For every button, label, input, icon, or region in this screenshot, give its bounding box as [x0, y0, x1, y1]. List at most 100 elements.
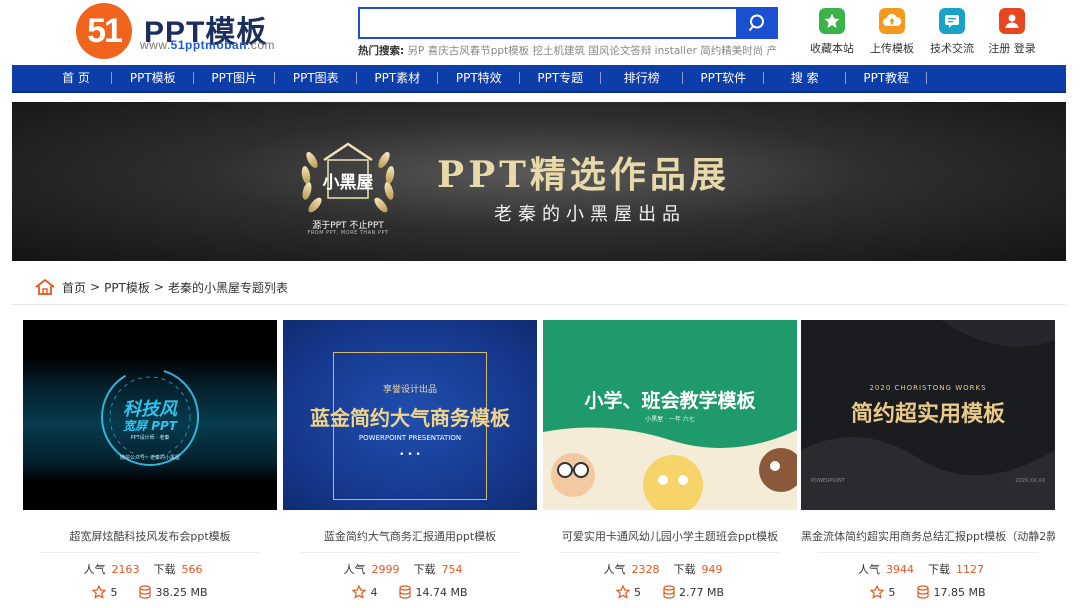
- file-size: 38.25 MB: [155, 585, 208, 599]
- downloads-count: 566: [181, 563, 203, 576]
- thumb-footer: • • •: [399, 450, 421, 460]
- forum-label: 技术交流: [930, 42, 974, 55]
- nav-templates[interactable]: PPT模板: [112, 65, 194, 91]
- template-card[interactable]: 2020 CHORISTONG WORKS 简约超实用模板 POWERPOINT…: [801, 320, 1055, 599]
- popularity-count: 3944: [886, 563, 914, 576]
- star-outline-icon: [352, 585, 367, 599]
- downloads-count: 754: [441, 563, 463, 576]
- template-thumbnail[interactable]: 小学、班会教学模板 小黑屋 · 一年 六七: [543, 320, 797, 510]
- logo-url-prefix: www.: [140, 38, 171, 52]
- thumb-title: 蓝金简约大气商务模板: [310, 406, 510, 430]
- star-outline-icon: [870, 585, 885, 599]
- template-thumbnail[interactable]: 2020 CHORISTONG WORKS 简约超实用模板 POWERPOINT…: [801, 320, 1055, 510]
- nav-materials[interactable]: PPT素材: [357, 65, 439, 91]
- downloads-label: 下载: [673, 563, 696, 576]
- top-links: 收藏本站 上传模板 技术交流 注册 登录: [800, 8, 1050, 56]
- template-card[interactable]: 科技风 宽屏 PPT PPT设计师 · 老秦 微信公众号：老秦的小黑屋 超宽屏炫…: [23, 320, 277, 599]
- database-icon: [917, 585, 930, 599]
- thumb-subtitle: POWERPOINT: [811, 478, 845, 484]
- database-icon: [663, 585, 675, 599]
- thumb-caption: 享誉设计出品: [382, 385, 437, 395]
- rating: 4: [370, 585, 378, 599]
- thumb-subtitle: 小黑屋 · 一年 六七: [645, 416, 695, 423]
- template-stats: 人气 2999 下载 754: [283, 561, 537, 577]
- database-icon: [399, 585, 412, 599]
- thumb-title: 小学、班会教学模板: [584, 390, 756, 412]
- nav-ranking[interactable]: 排行榜: [601, 65, 683, 91]
- promo-banner[interactable]: 小黑屋 源于PPT 不止PPT FROM PPT, MORE THAN PPT …: [12, 102, 1066, 261]
- chat-icon: [939, 8, 965, 34]
- template-card[interactable]: 小学、班会教学模板 小黑屋 · 一年 六七 可爱实用卡通风幼儿园小学主题班会pp…: [543, 320, 797, 599]
- downloads-count: 1127: [956, 563, 984, 576]
- star-outline-icon: [92, 585, 107, 599]
- template-thumbnail[interactable]: 科技风 宽屏 PPT PPT设计师 · 老秦 微信公众号：老秦的小黑屋: [23, 320, 277, 510]
- template-stats: 人气 2328 下载 949: [543, 561, 797, 577]
- template-title[interactable]: 蓝金简约大气商务汇报通用ppt模板: [283, 528, 537, 544]
- breadcrumb-separator: >: [153, 280, 164, 294]
- login-link[interactable]: 注册 登录: [982, 8, 1042, 56]
- rating: 5: [633, 585, 641, 599]
- popularity-label: 人气: [858, 563, 880, 576]
- file-size: 17.85 MB: [933, 585, 986, 599]
- forum-link[interactable]: 技术交流: [922, 8, 982, 56]
- emblem-label: 小黑屋: [323, 173, 374, 193]
- banner-subtitle: 老秦的小黑屋出品: [494, 204, 686, 225]
- divider: [560, 552, 780, 553]
- nav-software[interactable]: PPT软件: [683, 65, 765, 91]
- logo-url-suffix: .com: [247, 38, 276, 52]
- downloads-label: 下载: [413, 563, 436, 576]
- divider: [818, 552, 1038, 553]
- thumb-footer: 2020.XX.XX: [1015, 478, 1045, 484]
- file-size: 2.77 MB: [678, 585, 725, 599]
- breadcrumb: 首页 > PPT模板 > 老秦的小黑屋专题列表: [34, 276, 292, 298]
- breadcrumb-home[interactable]: 首页: [62, 279, 86, 296]
- nav-effects[interactable]: PPT特效: [438, 65, 520, 91]
- popularity-count: 2163: [111, 563, 140, 576]
- popularity-label: 人气: [603, 563, 626, 576]
- template-title[interactable]: 可爱实用卡通风幼儿园小学主题班会ppt模板: [543, 528, 797, 544]
- divider: [40, 552, 260, 553]
- popularity-label: 人气: [343, 563, 366, 576]
- thumb-title: 简约超实用模板: [850, 402, 1005, 427]
- thumb-caption: 2020 CHORISTONG WORKS: [869, 384, 987, 392]
- template-title[interactable]: 超宽屏炫酷科技风发布会ppt模板: [23, 528, 277, 544]
- upload-link[interactable]: 上传模板: [862, 8, 922, 56]
- login-label: 注册 登录: [988, 42, 1036, 55]
- thumb-subtitle: POWERPOINT PRESENTATION: [358, 434, 462, 442]
- search-button[interactable]: [738, 7, 778, 39]
- search-input[interactable]: [358, 7, 738, 39]
- nav-charts[interactable]: PPT图表: [275, 65, 357, 91]
- template-meta: 5 2.77 MB: [543, 585, 797, 599]
- star-outline-icon: [615, 585, 630, 599]
- template-thumbnail[interactable]: 享誉设计出品 蓝金简约大气商务模板 POWERPOINT PRESENTATIO…: [283, 320, 537, 510]
- breadcrumb-templates[interactable]: PPT模板: [104, 279, 150, 296]
- nav-topics[interactable]: PPT专题: [520, 65, 602, 91]
- emblem-small-caption: FROM PPT, MORE THAN PPT: [307, 230, 389, 236]
- bookmark-link[interactable]: 收藏本站: [802, 8, 862, 56]
- nav-search[interactable]: 搜 索: [764, 65, 846, 91]
- site-header: 51 PPT模板 www.51pptmoban.com 热门搜索: 另P 喜庆古…: [0, 0, 1080, 64]
- bookmark-label: 收藏本站: [810, 42, 854, 55]
- breadcrumb-current: 老秦的小黑屋专题列表: [167, 280, 288, 295]
- downloads-label: 下载: [153, 563, 176, 576]
- nav-tutorials[interactable]: PPT教程: [846, 65, 928, 91]
- template-meta: 5 38.25 MB: [23, 585, 277, 599]
- template-meta: 4 14.74 MB: [283, 585, 537, 599]
- banner-title: PPT精选作品展: [437, 154, 730, 196]
- star-icon: [819, 8, 845, 34]
- nav-images[interactable]: PPT图片: [194, 65, 276, 91]
- template-stats: 人气 3944 下载 1127: [801, 561, 1055, 577]
- logo-url: www.51pptmoban.com: [140, 38, 275, 52]
- hot-search-terms[interactable]: 另P 喜庆古风春节ppt模板 挖土机建筑 国风论文答辩 installer 简约…: [408, 45, 778, 57]
- template-title[interactable]: 黑金流体简约超实用商务总结汇报ppt模板（动静2款）: [801, 528, 1055, 544]
- database-icon: [139, 585, 152, 599]
- template-card[interactable]: 享誉设计出品 蓝金简约大气商务模板 POWERPOINT PRESENTATIO…: [283, 320, 537, 599]
- file-size: 14.74 MB: [415, 585, 468, 599]
- site-logo[interactable]: 51: [76, 3, 132, 59]
- template-stats: 人气 2163 下载 566: [23, 561, 277, 577]
- main-nav: 首 页 PPT模板 PPT图片 PPT图表 PPT素材 PPT特效 PPT专题 …: [12, 65, 1066, 93]
- nav-home[interactable]: 首 页: [40, 65, 112, 91]
- thumb-footer: 微信公众号：老秦的小黑屋: [119, 455, 180, 461]
- thumb-subtitle: 宽屏 PPT: [123, 419, 177, 433]
- home-icon: [35, 278, 55, 295]
